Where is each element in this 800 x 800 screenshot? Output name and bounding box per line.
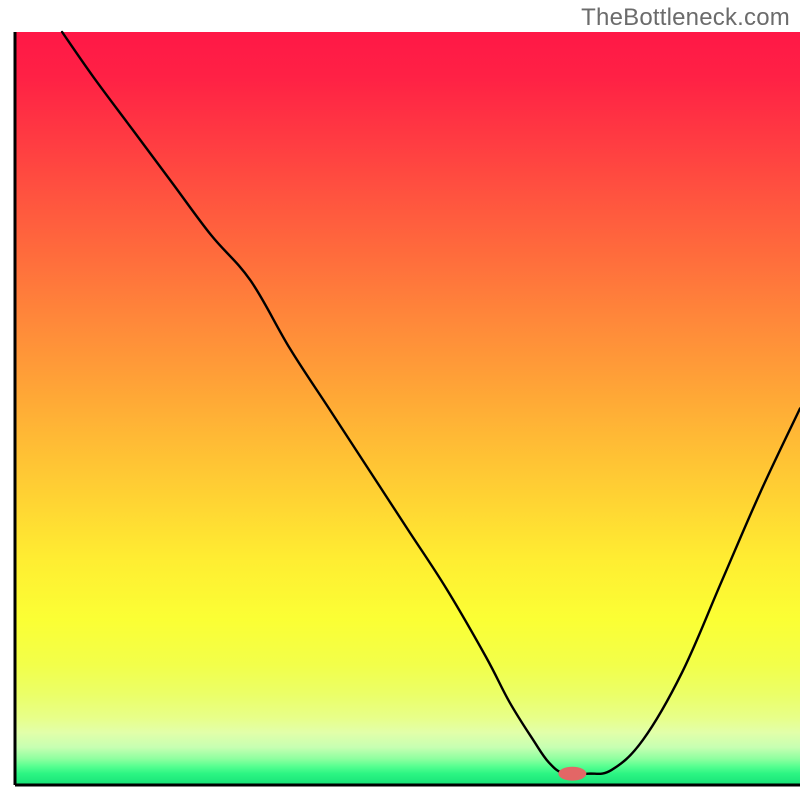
- optimal-point-marker: [558, 767, 586, 781]
- chart-container: TheBottleneck.com: [0, 0, 800, 800]
- watermark-text: TheBottleneck.com: [581, 4, 790, 32]
- bottleneck-chart: [0, 0, 800, 800]
